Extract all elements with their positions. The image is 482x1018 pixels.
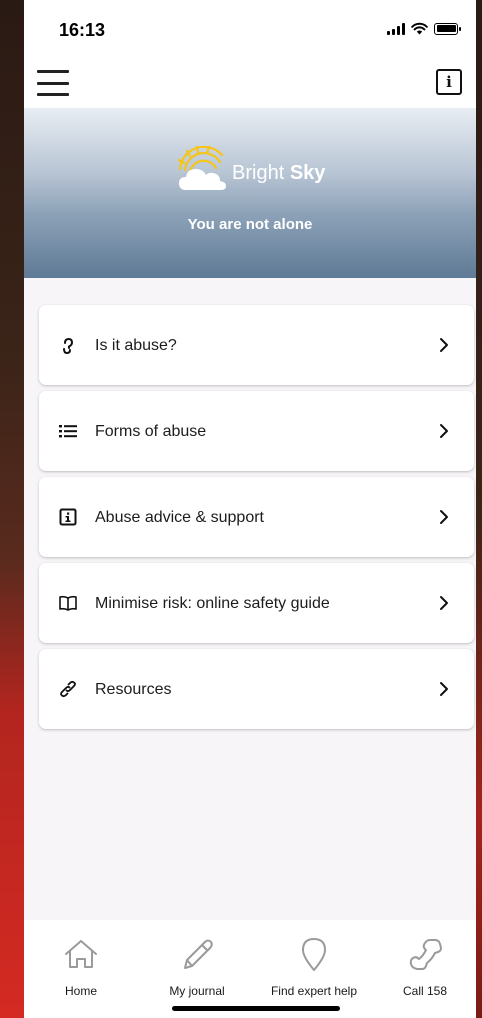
menu-item-label: Minimise risk: online safety guide [95, 595, 330, 612]
location-pin-icon [302, 938, 326, 971]
menu-item-is-it-abuse[interactable]: Is it abuse? [39, 305, 474, 385]
question-icon [63, 337, 74, 354]
hamburger-menu-button[interactable] [37, 70, 69, 96]
tagline: You are not alone [187, 216, 313, 233]
tab-label: Find expert help [270, 984, 358, 998]
battery-icon [434, 22, 461, 35]
hero-banner: Bright Sky You are not alone [24, 108, 476, 278]
menu-item-label: Is it abuse? [95, 337, 177, 354]
status-icons [387, 22, 461, 35]
home-icon [65, 940, 97, 968]
main-menu-list: Is it abuse? Forms of abuse Abuse advice… [39, 305, 474, 735]
menu-item-label: Forms of abuse [95, 423, 207, 440]
nav-bar: i [24, 56, 476, 108]
sun-cloud-icon [177, 146, 226, 190]
menu-item-label: Abuse advice & support [95, 509, 264, 526]
tab-call-158[interactable]: Call 158 [370, 920, 476, 1018]
info-button[interactable]: i [436, 69, 462, 95]
phone-icon [409, 939, 442, 970]
chevron-right-icon [440, 510, 448, 524]
link-icon [60, 680, 76, 698]
bright-sky-logo: Bright Sky [176, 146, 325, 194]
background-photo-right [476, 0, 482, 1018]
menu-item-label: Resources [95, 681, 172, 698]
tab-home[interactable]: Home [26, 920, 136, 1018]
bottom-tab-bar: Home My journal Find expert help Call 15… [24, 920, 476, 1018]
status-time: 16:13 [59, 20, 106, 40]
list-icon [59, 425, 77, 438]
menu-item-minimise-risk[interactable]: Minimise risk: online safety guide [39, 563, 474, 643]
background-photo-left [0, 0, 24, 1018]
info-icon [59, 508, 77, 526]
menu-item-abuse-advice-support[interactable]: Abuse advice & support [39, 477, 474, 557]
status-bar: 16:13 [24, 0, 476, 56]
home-indicator [172, 1006, 340, 1011]
signal-icon [387, 22, 405, 35]
tab-label: Call 158 [402, 984, 448, 998]
chevron-right-icon [440, 424, 448, 438]
menu-item-resources[interactable]: Resources [39, 649, 474, 729]
tab-find-expert-help[interactable]: Find expert help [259, 920, 369, 1018]
menu-item-forms-of-abuse[interactable]: Forms of abuse [39, 391, 474, 471]
phone-screen: 16:13 i Bright Sky You are not alone Is … [24, 0, 476, 1018]
info-icon: i [446, 73, 452, 91]
tab-my-journal[interactable]: My journal [142, 920, 252, 1018]
book-icon [59, 595, 77, 611]
tab-label: Home [64, 984, 97, 998]
chevron-right-icon [440, 682, 448, 696]
chevron-right-icon [440, 596, 448, 610]
pencil-icon [184, 939, 213, 969]
tab-label: My journal [169, 984, 225, 998]
wifi-icon [411, 22, 428, 35]
chevron-right-icon [440, 338, 448, 352]
logo-text: Bright Sky [232, 161, 326, 184]
